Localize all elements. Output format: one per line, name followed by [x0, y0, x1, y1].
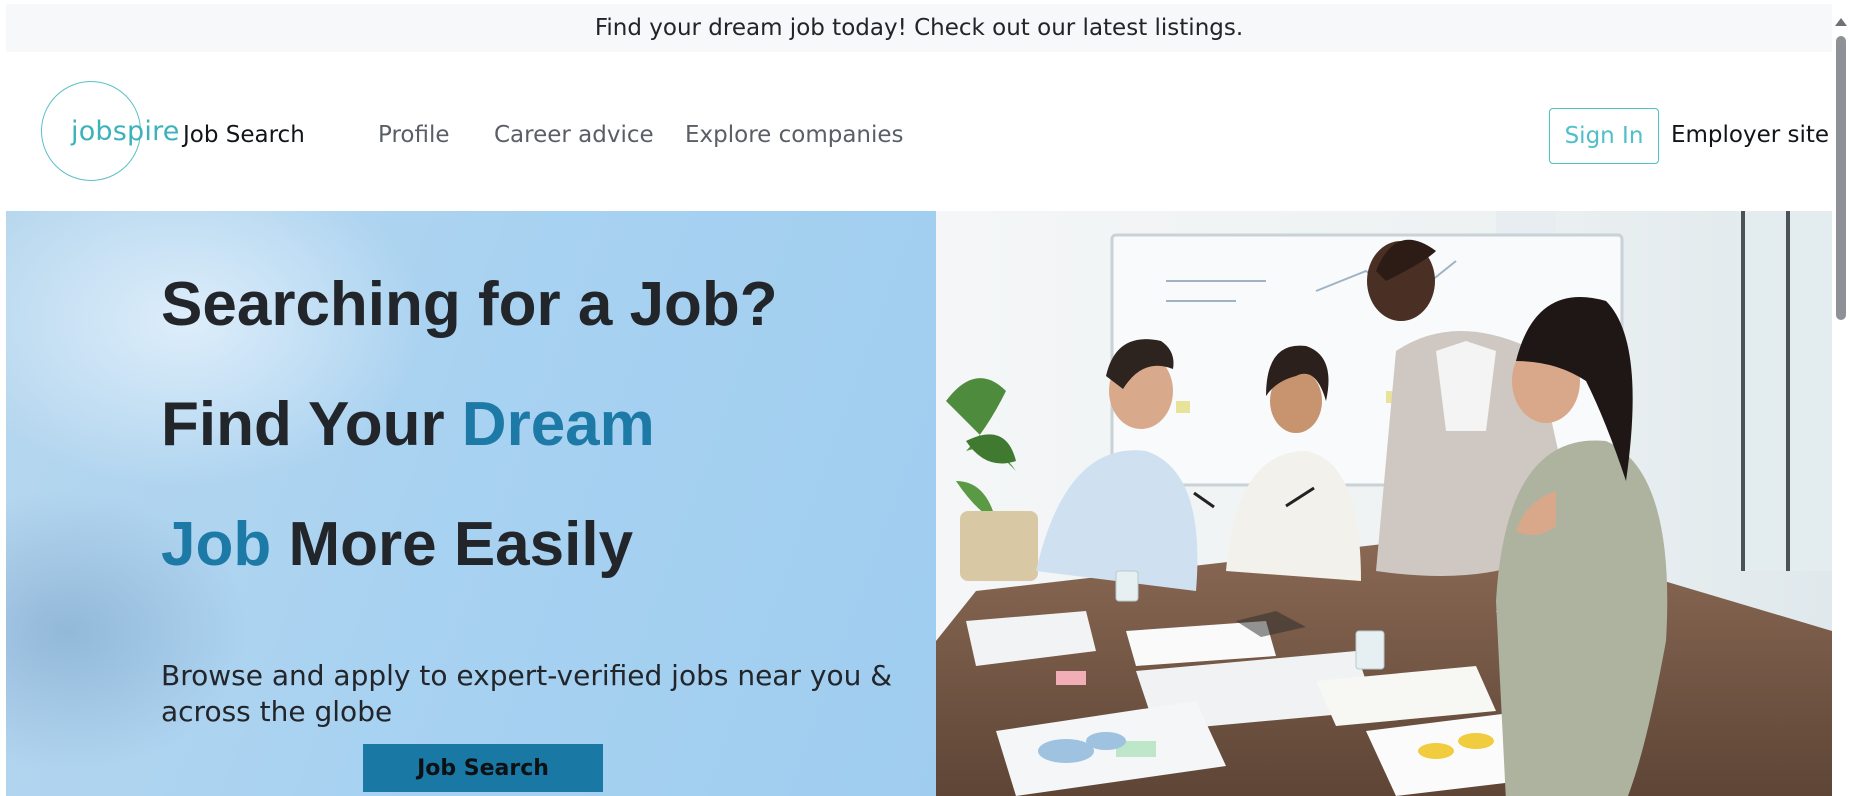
- hero-line3-accent: Job: [161, 510, 272, 579]
- hero-section: Searching for a Job? Find Your Dream Job…: [6, 211, 1832, 796]
- hero-line2-prefix: Find Your: [161, 390, 462, 459]
- hero-text-panel: Searching for a Job? Find Your Dream Job…: [6, 211, 936, 796]
- navbar: jobspire Job Search Profile Career advic…: [6, 52, 1832, 211]
- hero-title-line3: Job More Easily: [161, 514, 633, 576]
- page: Find your dream job today! Check out our…: [6, 4, 1832, 796]
- nav-profile[interactable]: Profile: [378, 122, 450, 148]
- hero-title-line2: Find Your Dream: [161, 394, 655, 456]
- nav-job-search[interactable]: Job Search: [183, 122, 305, 148]
- scrollbar-thumb[interactable]: [1836, 36, 1846, 320]
- hero-subtitle: Browse and apply to expert-verified jobs…: [161, 659, 893, 728]
- hero-line3-suffix: More Easily: [271, 510, 634, 579]
- sign-in-button[interactable]: Sign In: [1549, 108, 1659, 164]
- announcement-text: Find your dream job today! Check out our…: [594, 15, 1244, 41]
- scrollbar[interactable]: [1832, 0, 1850, 796]
- announcement-bar: Find your dream job today! Check out our…: [6, 4, 1832, 53]
- hero-job-search-button[interactable]: Job Search: [363, 744, 603, 792]
- nav-career-advice[interactable]: Career advice: [494, 122, 654, 148]
- hero-line2-accent: Dream: [461, 390, 655, 459]
- nav-explore-companies[interactable]: Explore companies: [685, 122, 904, 148]
- employer-site-link[interactable]: Employer site: [1671, 122, 1829, 148]
- hero-title-line1: Searching for a Job?: [161, 274, 778, 336]
- hero-line1-text: Searching for a Job?: [161, 270, 778, 339]
- logo-text[interactable]: jobspire: [71, 116, 180, 147]
- hero-team-photo: [936, 211, 1832, 796]
- scroll-up-arrow-icon[interactable]: [1835, 18, 1847, 26]
